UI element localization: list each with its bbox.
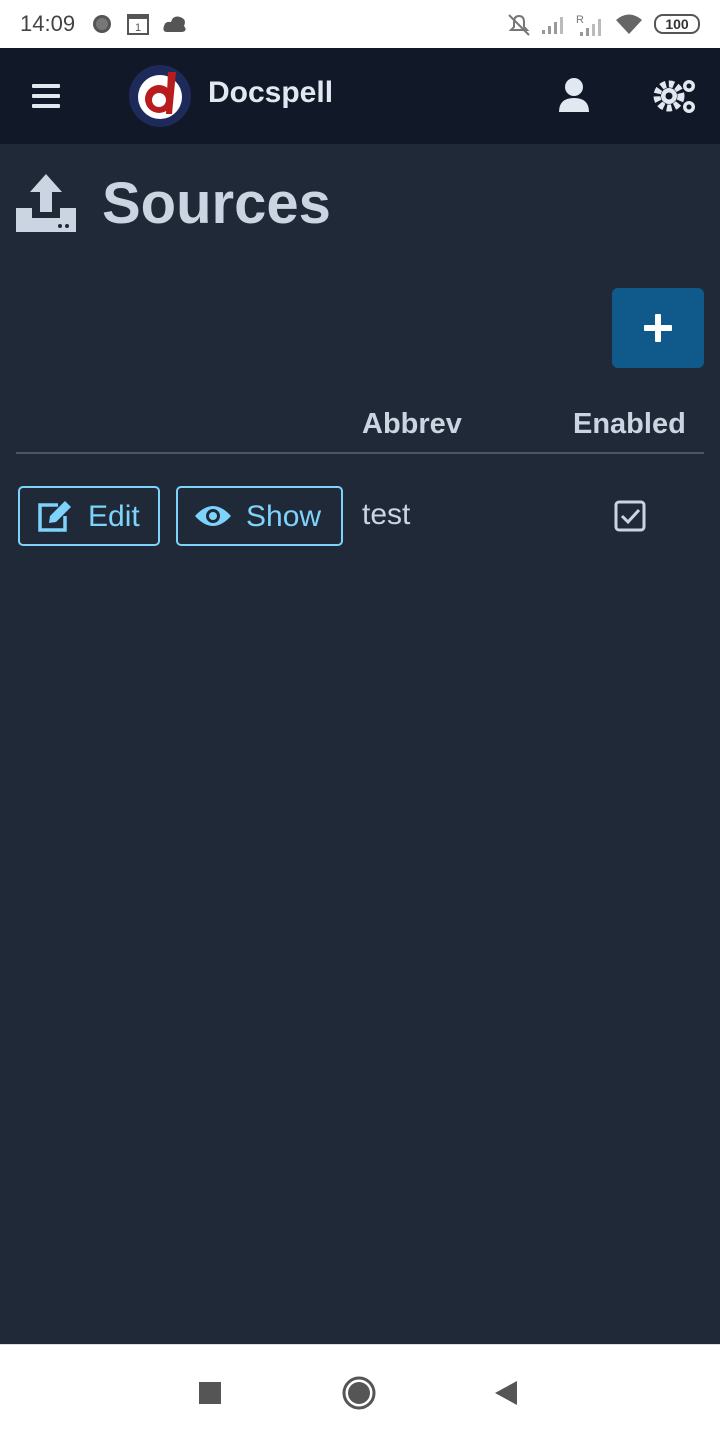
show-button[interactable]: Show — [176, 486, 343, 546]
home-circle-icon[interactable] — [341, 1375, 377, 1411]
battery-icon: 100 — [654, 14, 700, 34]
signal-icon — [542, 17, 563, 34]
page-title: Sources — [102, 171, 331, 236]
back-triangle-icon[interactable] — [488, 1375, 524, 1411]
roaming-signal-icon: R — [576, 14, 601, 36]
upload-inbox-icon — [16, 174, 76, 232]
column-header-abbrev[interactable]: Abbrev — [362, 408, 462, 441]
user-icon[interactable] — [556, 76, 592, 116]
edit-button[interactable]: Edit — [18, 486, 160, 546]
brand-name[interactable]: Docspell — [208, 76, 333, 110]
abbrev-cell: test — [362, 498, 411, 531]
add-source-button[interactable] — [612, 288, 704, 368]
edit-icon — [38, 501, 71, 532]
chat-bubble-icon — [93, 15, 111, 33]
edit-label: Edit — [88, 500, 140, 533]
plus-icon — [644, 314, 672, 342]
settings-cogs-icon[interactable] — [652, 76, 700, 116]
svg-text:1: 1 — [135, 22, 141, 34]
column-header-enabled[interactable]: Enabled — [573, 408, 686, 441]
top-nav: Docspell — [0, 48, 720, 144]
mute-icon — [508, 14, 530, 36]
wifi-icon — [616, 14, 642, 34]
recents-square-icon[interactable] — [192, 1375, 228, 1411]
android-nav-bar — [0, 1344, 720, 1440]
svg-text:R: R — [576, 14, 584, 26]
calendar-icon: 1 — [127, 14, 149, 35]
docspell-logo[interactable] — [128, 64, 192, 128]
show-label: Show — [246, 500, 322, 533]
header-divider — [16, 452, 704, 454]
enabled-checkbox-icon — [614, 500, 646, 532]
status-time: 14:09 — [20, 11, 76, 36]
eye-icon — [195, 506, 231, 526]
status-bar: 14:09 1 R 100 — [0, 0, 720, 48]
hamburger-menu-icon[interactable] — [26, 78, 66, 114]
cloud-icon — [163, 16, 186, 32]
